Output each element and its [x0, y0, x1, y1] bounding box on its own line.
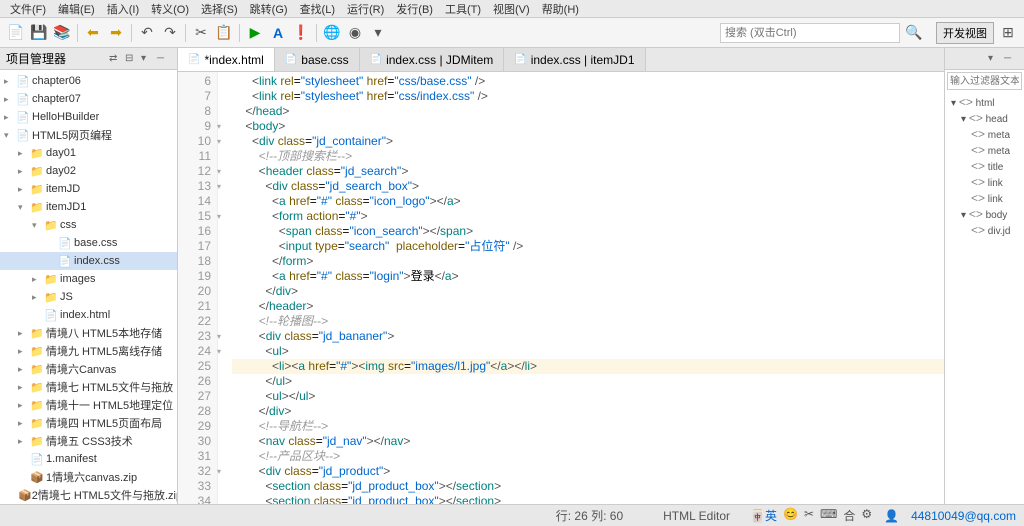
tree-item[interactable]: 📄base.css: [0, 234, 177, 252]
editor-tabs: 📄*index.html📄base.css📄index.css | JDMite…: [178, 48, 944, 72]
tree-item[interactable]: 📦2情境七 HTML5文件与拖放.zip: [0, 486, 177, 504]
panel-title: 项目管理器: [6, 50, 107, 67]
tree-item[interactable]: 📄index.html: [0, 306, 177, 324]
outline-item[interactable]: <> div.jd: [947, 222, 1022, 238]
outline-item[interactable]: <> meta: [947, 142, 1022, 158]
perspective-button[interactable]: 开发视图: [936, 22, 994, 44]
dropdown-icon[interactable]: ▾: [368, 23, 388, 43]
grid-icon[interactable]: ⊞: [998, 23, 1018, 43]
link-icon[interactable]: ⇄: [109, 53, 123, 64]
minimize-icon[interactable]: ─: [157, 53, 171, 64]
tree-item[interactable]: ▸📁情境十一 HTML5地理定位: [0, 396, 177, 414]
outline-filter-input[interactable]: [947, 72, 1022, 90]
menu-item[interactable]: 文件(F): [4, 0, 52, 17]
tree-item[interactable]: 📄index.css: [0, 252, 177, 270]
tree-item[interactable]: ▸📁itemJD: [0, 180, 177, 198]
menu-item[interactable]: 转义(O): [145, 0, 195, 17]
outline-item[interactable]: <> link: [947, 190, 1022, 206]
emoji-icon[interactable]: 😊: [783, 507, 798, 524]
menu-icon[interactable]: ▾: [141, 53, 155, 64]
editor-mode: HTML Editor: [663, 509, 730, 523]
tree-item[interactable]: ▾📁css: [0, 216, 177, 234]
outline-panel: ▾ ─ ▾ <> html▾ <> head<> meta<> meta<> t…: [944, 48, 1024, 504]
browser-icon[interactable]: 🌐: [322, 23, 342, 43]
tree-item[interactable]: ▸📄HelloHBuilder: [0, 108, 177, 126]
save-icon[interactable]: 💾: [29, 23, 49, 43]
menu-item[interactable]: 跳转(G): [244, 0, 294, 17]
editor-tab[interactable]: 📄index.css | JDMitem: [360, 48, 505, 71]
menu-item[interactable]: 查找(L): [294, 0, 341, 17]
tree-item[interactable]: ▾📄HTML5网页编程: [0, 126, 177, 144]
editor-tab[interactable]: 📄index.css | itemJD1: [504, 48, 645, 71]
tree-item[interactable]: ▾📁itemJD1: [0, 198, 177, 216]
editor-area: 📄*index.html📄base.css📄index.css | JDMite…: [178, 48, 944, 504]
outline-min-icon[interactable]: ─: [1004, 53, 1018, 64]
run-icon[interactable]: ▶: [245, 23, 265, 43]
undo-icon[interactable]: ↶: [137, 23, 157, 43]
scissors-icon[interactable]: ✂: [804, 507, 814, 524]
tree-item[interactable]: ▸📁情境五 CSS3技术: [0, 432, 177, 450]
tree-item[interactable]: ▸📁情境八 HTML5本地存储: [0, 324, 177, 342]
new-icon[interactable]: 📄: [6, 23, 26, 43]
user-email[interactable]: 44810049@qq.com: [911, 509, 1016, 523]
menu-item[interactable]: 运行(R): [341, 0, 390, 17]
outline-item[interactable]: ▾ <> body: [947, 206, 1022, 222]
outline-item[interactable]: <> title: [947, 158, 1022, 174]
tree-item[interactable]: 📄1.manifest: [0, 450, 177, 468]
outline-item[interactable]: <> link: [947, 174, 1022, 190]
line-gutter[interactable]: 6789▾10▾1112▾13▾1415▾1617181920212223▾24…: [178, 72, 218, 504]
statusbar: 行: 26 列: 60 HTML Editor 🀄英 😊 ✂ ⌨ 合 ⚙ 👤 4…: [0, 504, 1024, 526]
outline-menu-icon[interactable]: ▾: [988, 53, 1002, 64]
tree-item[interactable]: ▸📁day01: [0, 144, 177, 162]
tree-item[interactable]: ▸📁情境九 HTML5离线存储: [0, 342, 177, 360]
user-icon[interactable]: 👤: [884, 509, 899, 523]
menu-item[interactable]: 发行(B): [390, 0, 439, 17]
collapse-icon[interactable]: ⊟: [125, 53, 139, 64]
chrome-icon[interactable]: ◉: [345, 23, 365, 43]
outline-item[interactable]: ▾ <> head: [947, 110, 1022, 126]
menu-item[interactable]: 工具(T): [439, 0, 487, 17]
back-icon[interactable]: ⬅: [83, 23, 103, 43]
tree-item[interactable]: ▸📁情境七 HTML5文件与拖放: [0, 378, 177, 396]
project-tree[interactable]: ▸📄chapter06▸📄chapter07▸📄HelloHBuilder▾📄H…: [0, 70, 177, 504]
menu-item[interactable]: 插入(I): [101, 0, 145, 17]
menu-item[interactable]: 选择(S): [195, 0, 244, 17]
editor-tab[interactable]: 📄base.css: [275, 48, 360, 71]
outline-item[interactable]: <> meta: [947, 126, 1022, 142]
ime-icon[interactable]: 🀄英: [750, 507, 777, 524]
paste-icon[interactable]: 📋: [214, 23, 234, 43]
global-search-input[interactable]: [720, 23, 900, 43]
code-editor[interactable]: <link rel="stylesheet" href="css/base.cs…: [218, 72, 944, 504]
outline-tree[interactable]: ▾ <> html▾ <> head<> meta<> meta<> title…: [945, 92, 1024, 504]
cursor-position: 行: 26 列: 60: [556, 507, 623, 524]
gear-icon[interactable]: ⚙: [861, 507, 872, 524]
tree-item[interactable]: ▸📁情境六Canvas: [0, 360, 177, 378]
tree-item[interactable]: 📦1情境六canvas.zip: [0, 468, 177, 486]
main-toolbar: 📄 💾 📚 ⬅ ➡ ↶ ↷ ✂ 📋 ▶ A ❗ 🌐 ◉ ▾ 🔍 开发视图 ⊞: [0, 18, 1024, 48]
search-icon[interactable]: 🔍: [904, 23, 924, 43]
menu-item[interactable]: 帮助(H): [536, 0, 585, 17]
tree-item[interactable]: ▸📁day02: [0, 162, 177, 180]
exclaim-icon[interactable]: ❗: [291, 23, 311, 43]
outline-item[interactable]: ▾ <> html: [947, 94, 1022, 110]
keyboard-icon[interactable]: ⌨: [820, 507, 837, 524]
cut-icon[interactable]: ✂: [191, 23, 211, 43]
editor-tab[interactable]: 📄*index.html: [178, 48, 275, 71]
forward-icon[interactable]: ➡: [106, 23, 126, 43]
redo-icon[interactable]: ↷: [160, 23, 180, 43]
tree-item[interactable]: ▸📁images: [0, 270, 177, 288]
saveall-icon[interactable]: 📚: [52, 23, 72, 43]
letter-a-icon[interactable]: A: [268, 23, 288, 43]
menu-item[interactable]: 编辑(E): [52, 0, 101, 17]
tree-item[interactable]: ▸📁JS: [0, 288, 177, 306]
he-icon[interactable]: 合: [843, 507, 855, 524]
menubar: 文件(F)编辑(E)插入(I)转义(O)选择(S)跳转(G)查找(L)运行(R)…: [0, 0, 1024, 18]
project-manager-panel: 项目管理器 ⇄ ⊟ ▾ ─ ▸📄chapter06▸📄chapter07▸📄He…: [0, 48, 178, 504]
tree-item[interactable]: ▸📄chapter07: [0, 90, 177, 108]
tree-item[interactable]: ▸📁情境四 HTML5页面布局: [0, 414, 177, 432]
tree-item[interactable]: ▸📄chapter06: [0, 72, 177, 90]
menu-item[interactable]: 视图(V): [487, 0, 536, 17]
